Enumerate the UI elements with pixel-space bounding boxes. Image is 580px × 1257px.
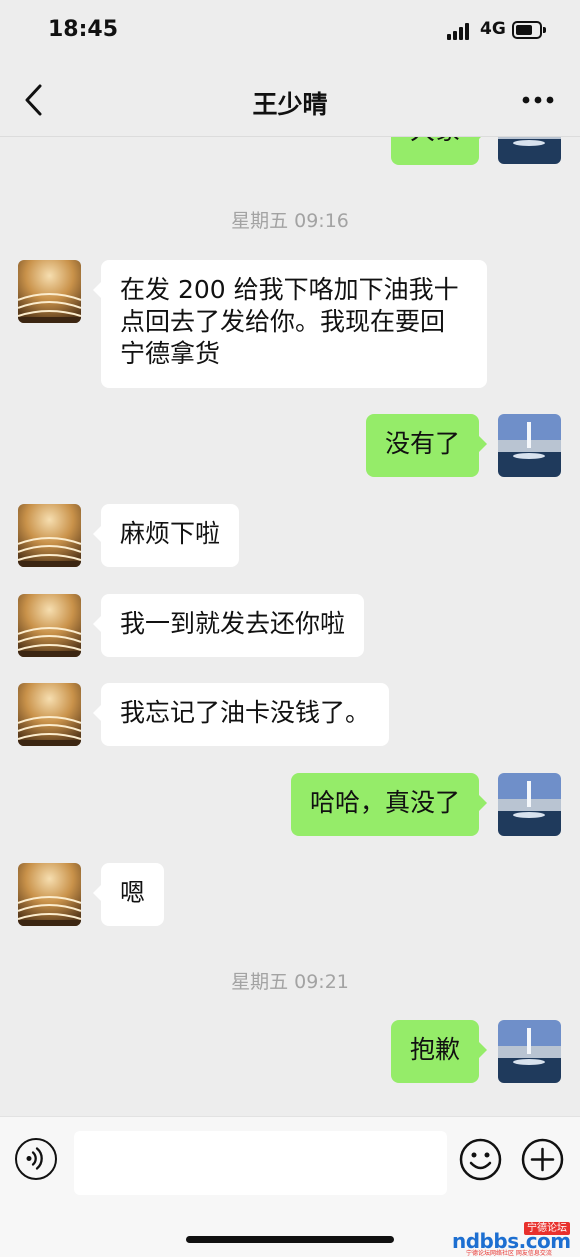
message-bubble-mine[interactable]: 没有了 (365, 414, 488, 477)
my-avatar[interactable] (498, 137, 561, 164)
message-text: 没有了 (384, 429, 460, 458)
message-text: 大象 (410, 137, 460, 145)
message-bubble-theirs[interactable]: 在发 200 给我下咯加下油我十点回去了发给你。我现在要回宁德拿货 (93, 260, 487, 388)
watermark-logo: 宁德论坛 ndbbs.com 宁德论坛网络社区 网友信息交流 (452, 1222, 574, 1257)
message-text: 我一到就发去还你啦 (120, 609, 346, 638)
message-bubble-mine[interactable]: 哈哈，真没了 (290, 773, 488, 836)
my-avatar[interactable] (498, 414, 561, 477)
contact-avatar[interactable] (18, 863, 81, 926)
message-text: 在发 200 给我下咯加下油我十点回去了发给你。我现在要回宁德拿货 (120, 275, 459, 368)
my-avatar[interactable] (498, 773, 561, 836)
message-bubble-theirs[interactable]: 嗯 (92, 863, 165, 926)
timestamp: 星期五 09:21 (231, 971, 349, 993)
network-type: 4G (480, 19, 506, 39)
message-bubble-theirs[interactable]: 我忘记了油卡没钱了。 (92, 683, 390, 746)
home-indicator (186, 1236, 394, 1243)
battery-icon (512, 21, 546, 39)
message-text: 麻烦下啦 (120, 519, 221, 548)
status-time: 18:45 (48, 17, 119, 42)
signal-icon (447, 22, 475, 40)
message-text: 嗯 (120, 878, 146, 907)
message-input[interactable] (74, 1131, 447, 1195)
status-bar: 18:45 4G (0, 0, 580, 60)
contact-avatar[interactable] (18, 683, 81, 746)
chat-header: 王少晴 (0, 60, 580, 137)
message-list[interactable]: 大象 星期五 09:16 在发 200 给我下咯加下油我十点回去了发给你。我现在… (0, 137, 580, 1116)
my-avatar[interactable] (498, 1020, 561, 1083)
message-bubble-mine[interactable]: 抱歉 (390, 1020, 488, 1083)
message-text: 哈哈，真没了 (309, 788, 460, 817)
contact-avatar[interactable] (18, 504, 81, 567)
timestamp: 星期五 09:16 (231, 210, 349, 232)
voice-icon[interactable] (15, 1138, 57, 1180)
message-text: 抱歉 (409, 1035, 460, 1064)
plus-icon[interactable] (521, 1138, 564, 1181)
contact-avatar[interactable] (18, 594, 81, 657)
more-dots-icon[interactable] (518, 90, 558, 110)
message-bubble-mine[interactable]: 大象 (391, 137, 487, 165)
message-text: 我忘记了油卡没钱了。 (120, 698, 371, 727)
chat-title: 王少晴 (252, 90, 328, 119)
message-bubble-theirs[interactable]: 麻烦下啦 (92, 504, 240, 567)
emoji-icon[interactable] (459, 1138, 502, 1181)
message-bubble-theirs[interactable]: 我一到就发去还你啦 (92, 594, 365, 657)
contact-avatar[interactable] (18, 260, 81, 323)
